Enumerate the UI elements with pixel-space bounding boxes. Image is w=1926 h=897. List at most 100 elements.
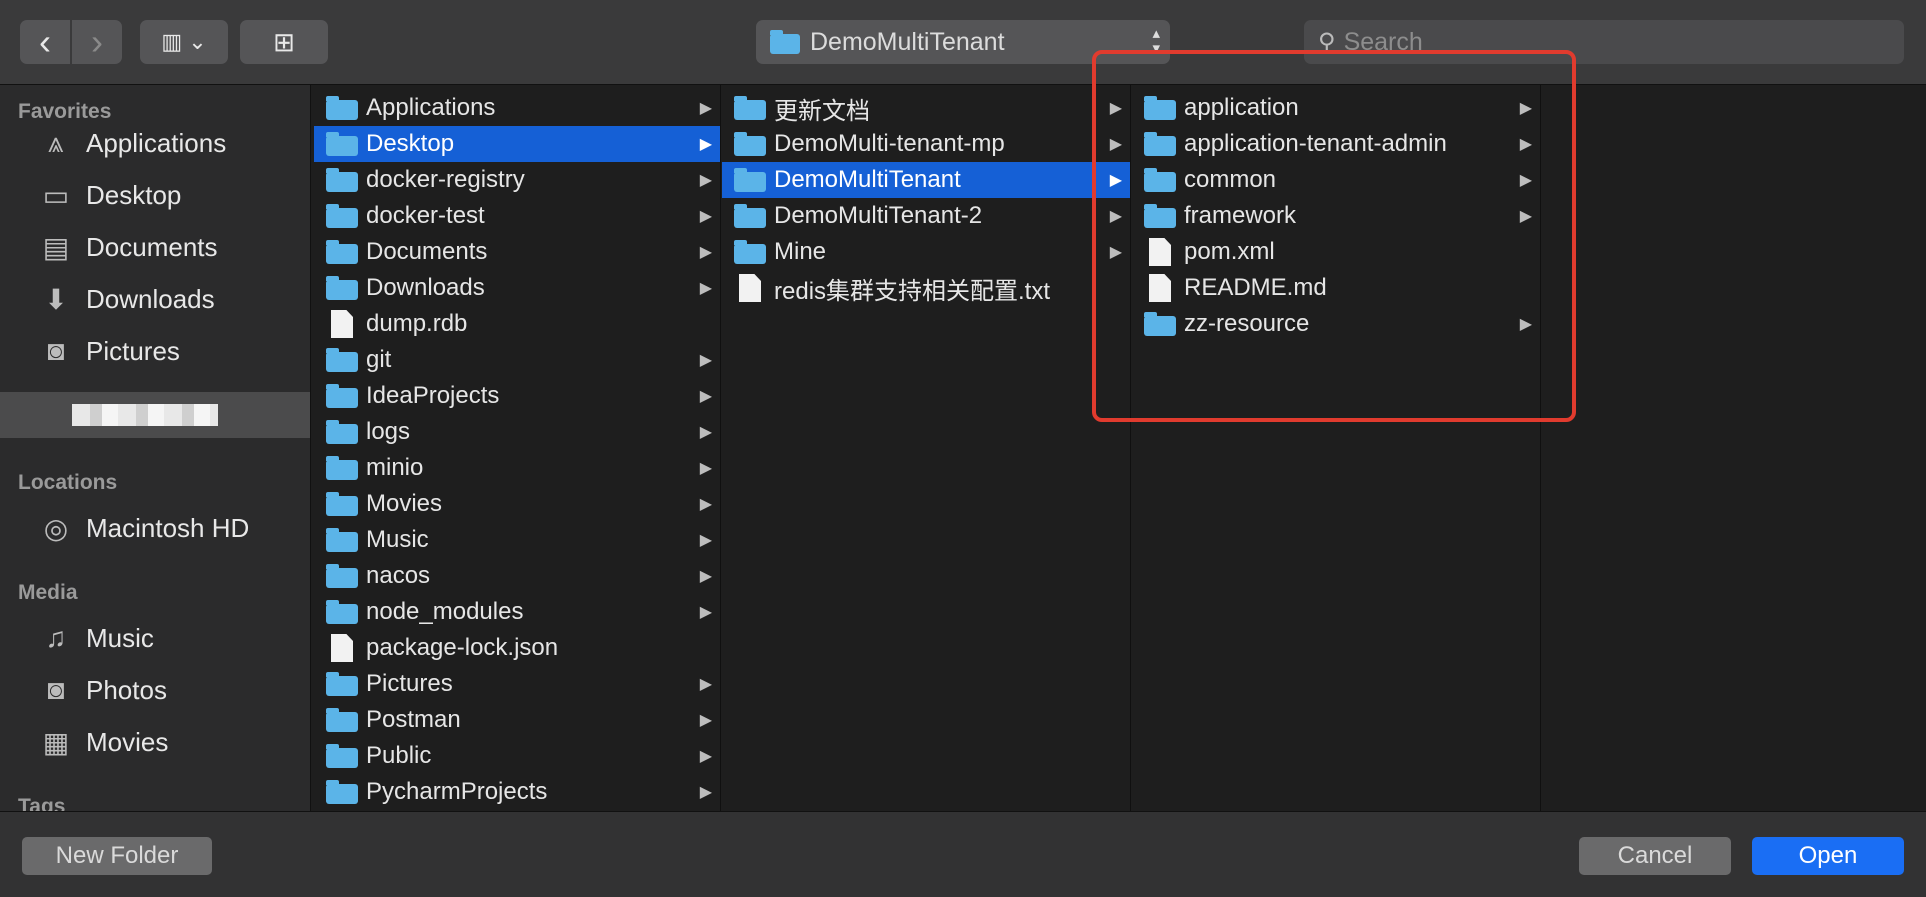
sidebar-item-documents[interactable]: ▤ Documents <box>0 223 310 271</box>
row-label: Music <box>366 526 429 553</box>
row-label: pom.xml <box>1184 238 1275 265</box>
folder-row[interactable]: Desktop ▶ <box>314 126 720 162</box>
open-button[interactable]: Open <box>1752 837 1904 875</box>
sidebar-item-label: Movies <box>86 726 169 757</box>
sidebar-heading-locations: Locations <box>18 471 118 494</box>
folder-row[interactable]: 更新文档 ▶ <box>722 90 1130 126</box>
folder-icon <box>734 204 766 228</box>
file-row[interactable]: README.md <box>1132 270 1540 306</box>
redacted-username <box>72 404 218 426</box>
folder-icon <box>770 30 800 54</box>
folder-row[interactable]: node_modules ▶ <box>314 594 720 630</box>
sidebar-item-user-home[interactable] <box>0 392 310 438</box>
folder-icon <box>326 492 358 516</box>
folder-row[interactable]: minio ▶ <box>314 450 720 486</box>
disclosure-triangle-icon: ▶ <box>1109 208 1122 225</box>
folder-row[interactable]: Downloads ▶ <box>314 270 720 306</box>
row-label: redis集群支持相关配置.txt <box>774 277 1051 305</box>
folder-row[interactable]: DemoMulti-tenant-mp ▶ <box>722 126 1130 162</box>
folder-row[interactable]: common ▶ <box>1132 162 1540 198</box>
new-folder-toolbar-button[interactable]: ⊞ <box>240 20 328 64</box>
path-label: DemoMultiTenant <box>810 27 1005 56</box>
folder-icon <box>326 240 358 264</box>
folder-row[interactable]: Movies ▶ <box>314 486 720 522</box>
folder-row[interactable]: Postman ▶ <box>314 702 720 738</box>
file-row[interactable]: dump.rdb <box>314 306 720 342</box>
sidebar-item-desktop[interactable]: ▭ Desktop <box>0 171 310 219</box>
folder-row[interactable]: application-tenant-admin ▶ <box>1132 126 1540 162</box>
folder-icon <box>326 132 358 156</box>
folder-row[interactable]: Documents ▶ <box>314 234 720 270</box>
chevron-left-icon: ‹ <box>39 21 51 62</box>
sidebar-item-macintosh-hd[interactable]: ◎ Macintosh HD <box>0 504 310 552</box>
folder-icon <box>326 204 358 228</box>
folder-row[interactable]: Pictures ▶ <box>314 666 720 702</box>
folder-row[interactable]: zz-resource ▶ <box>1132 306 1540 342</box>
row-label: common <box>1184 166 1277 193</box>
file-icon <box>1149 238 1171 266</box>
folder-row[interactable]: application ▶ <box>1132 90 1540 126</box>
row-label: Desktop <box>366 130 455 157</box>
folder-row[interactable]: Mine ▶ <box>722 234 1130 270</box>
folder-icon <box>326 456 358 480</box>
disclosure-triangle-icon: ▶ <box>699 748 712 765</box>
file-row[interactable]: pom.xml <box>1132 234 1540 270</box>
row-label: logs <box>366 418 411 445</box>
forward-button[interactable]: › <box>72 20 122 64</box>
camera-icon: ◙ <box>47 674 65 705</box>
disclosure-triangle-icon: ▶ <box>699 136 712 153</box>
folder-icon <box>326 564 358 588</box>
file-icon <box>1149 274 1171 302</box>
row-label: Downloads <box>366 274 485 301</box>
row-label: IdeaProjects <box>366 382 500 409</box>
pictures-icon: ◙ <box>47 335 65 366</box>
folder-icon <box>1144 312 1176 336</box>
sidebar-item-label: Desktop <box>86 179 182 210</box>
folder-row[interactable]: docker-test ▶ <box>314 198 720 234</box>
folder-icon <box>326 780 358 804</box>
folder-row[interactable]: git ▶ <box>314 342 720 378</box>
row-label: Mine <box>774 238 827 265</box>
folder-row[interactable]: IdeaProjects ▶ <box>314 378 720 414</box>
row-label: PycharmProjects <box>366 778 548 805</box>
sidebar-item-music[interactable]: ♫ Music <box>0 614 310 662</box>
disclosure-triangle-icon: ▶ <box>699 532 712 549</box>
folder-row[interactable]: DemoMultiTenant-2 ▶ <box>722 198 1130 234</box>
search-field[interactable]: ⚲ Search <box>1304 20 1904 64</box>
cancel-button[interactable]: Cancel <box>1579 837 1731 875</box>
file-row[interactable]: redis集群支持相关配置.txt <box>722 270 1130 306</box>
back-button[interactable]: ‹ <box>20 20 70 64</box>
sidebar-item-label: Music <box>86 622 154 653</box>
disclosure-triangle-icon: ▶ <box>1519 172 1532 189</box>
folder-row[interactable]: PycharmProjects ▶ <box>314 774 720 810</box>
sidebar-item-applications[interactable]: ⩓ Applications <box>0 119 310 167</box>
sidebar-item-downloads[interactable]: ⬇ Downloads <box>0 275 310 323</box>
folder-row[interactable]: docker-registry ▶ <box>314 162 720 198</box>
folder-row[interactable]: nacos ▶ <box>314 558 720 594</box>
sidebar-item-photos[interactable]: ◙ Photos <box>0 666 310 714</box>
file-row[interactable]: package-lock.json <box>314 630 720 666</box>
disclosure-triangle-icon: ▶ <box>699 244 712 261</box>
view-mode-button[interactable]: ▥ ⌄ <box>140 20 228 64</box>
sidebar-item-pictures[interactable]: ◙ Pictures <box>0 327 310 375</box>
folder-row[interactable]: DemoMultiTenant ▶ <box>722 162 1130 198</box>
folder-row[interactable]: logs ▶ <box>314 414 720 450</box>
row-label: Movies <box>366 490 443 517</box>
path-popup-button[interactable]: DemoMultiTenant ▴ ▾ <box>756 20 1170 64</box>
sidebar-item-movies[interactable]: ▦ Movies <box>0 718 310 766</box>
sidebar-item-label: Photos <box>86 674 167 705</box>
disclosure-triangle-icon: ▶ <box>1109 136 1122 153</box>
up-down-arrows-icon: ▴ ▾ <box>1152 25 1160 57</box>
folder-row[interactable]: Music ▶ <box>314 522 720 558</box>
sidebar-heading-media: Media <box>18 581 78 604</box>
row-label: node_modules <box>366 598 524 625</box>
folder-row[interactable]: Applications ▶ <box>314 90 720 126</box>
folder-icon <box>326 744 358 768</box>
new-folder-icon: ⊞ <box>273 26 295 57</box>
desktop-icon: ▭ <box>42 179 70 211</box>
folder-row[interactable]: framework ▶ <box>1132 198 1540 234</box>
disclosure-triangle-icon: ▶ <box>1519 100 1532 117</box>
new-folder-button[interactable]: New Folder <box>22 837 212 875</box>
apps-icon: ⩓ <box>48 126 64 158</box>
folder-row[interactable]: Public ▶ <box>314 738 720 774</box>
